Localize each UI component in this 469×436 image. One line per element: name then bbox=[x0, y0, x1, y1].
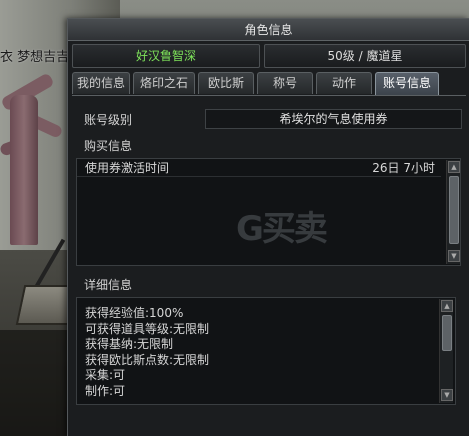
tab-account-info[interactable]: 账号信息 bbox=[375, 72, 439, 96]
detail-info-label: 详细信息 bbox=[84, 278, 133, 292]
detail-line: 获得欧比斯点数:无限制 bbox=[85, 352, 210, 367]
detail-line: 可获得道具等级:无限制 bbox=[85, 321, 210, 336]
scroll-thumb[interactable] bbox=[449, 176, 459, 244]
chat-line: 衣 梦想吉吉 bbox=[0, 50, 70, 65]
tab-my-info[interactable]: 我的信息 bbox=[72, 72, 130, 94]
account-level-value: 希埃尔的气息使用券 bbox=[205, 109, 462, 129]
purchase-item-value: 26日 7小时 bbox=[372, 161, 435, 175]
detail-list: 获得经验值:100% 可获得道具等级:无限制 获得基纳:无限制 获得欧比斯点数:… bbox=[85, 306, 209, 399]
tab-action[interactable]: 动作 bbox=[316, 72, 372, 94]
tab-divider bbox=[72, 95, 466, 96]
detail-line: 采集:可 bbox=[85, 368, 126, 382]
scroll-thumb[interactable] bbox=[442, 315, 452, 351]
tab-imprint-stone[interactable]: 烙印之石 bbox=[133, 72, 195, 94]
window-title[interactable]: 角色信息 bbox=[68, 19, 469, 41]
character-info-window: 角色信息 好汉鲁智深 50级 / 魔道星 我的信息 烙印之石 欧比斯 称号 动作… bbox=[67, 18, 469, 436]
purchase-scrollbar[interactable]: ▲ ▼ bbox=[446, 160, 460, 264]
detail-panel: 获得经验值:100% 可获得道具等级:无限制 获得基纳:无限制 获得欧比斯点数:… bbox=[76, 297, 456, 405]
character-level: 50级 / 魔道星 bbox=[264, 44, 466, 68]
tab-bar: 我的信息 烙印之石 欧比斯 称号 动作 账号信息 bbox=[72, 72, 466, 96]
character-name: 好汉鲁智深 bbox=[72, 44, 260, 68]
ground-shadow bbox=[0, 330, 70, 436]
purchase-item-name: 使用券激活时间 bbox=[85, 161, 170, 175]
detail-scrollbar[interactable]: ▲ ▼ bbox=[439, 299, 453, 403]
arrow-down-icon[interactable]: ▼ bbox=[441, 389, 453, 401]
list-item[interactable]: 使用券激活时间 26日 7小时 bbox=[77, 159, 441, 177]
tab-obis[interactable]: 欧比斯 bbox=[198, 72, 254, 94]
character-header: 好汉鲁智深 50级 / 魔道星 bbox=[72, 44, 466, 68]
tab-title[interactable]: 称号 bbox=[257, 72, 313, 94]
detail-line: 制作:可 bbox=[85, 383, 126, 398]
purchase-info-label: 购买信息 bbox=[84, 139, 133, 153]
arrow-up-icon[interactable]: ▲ bbox=[441, 300, 453, 312]
tree-monster bbox=[10, 95, 38, 245]
arrow-up-icon[interactable]: ▲ bbox=[448, 161, 460, 173]
detail-line: 获得经验值:100% bbox=[85, 306, 184, 320]
account-level-label: 账号级别 bbox=[84, 113, 133, 127]
detail-line: 获得基纳:无限制 bbox=[85, 337, 174, 351]
arrow-down-icon[interactable]: ▼ bbox=[448, 250, 460, 262]
watermark-logo: G买卖 bbox=[236, 209, 328, 249]
